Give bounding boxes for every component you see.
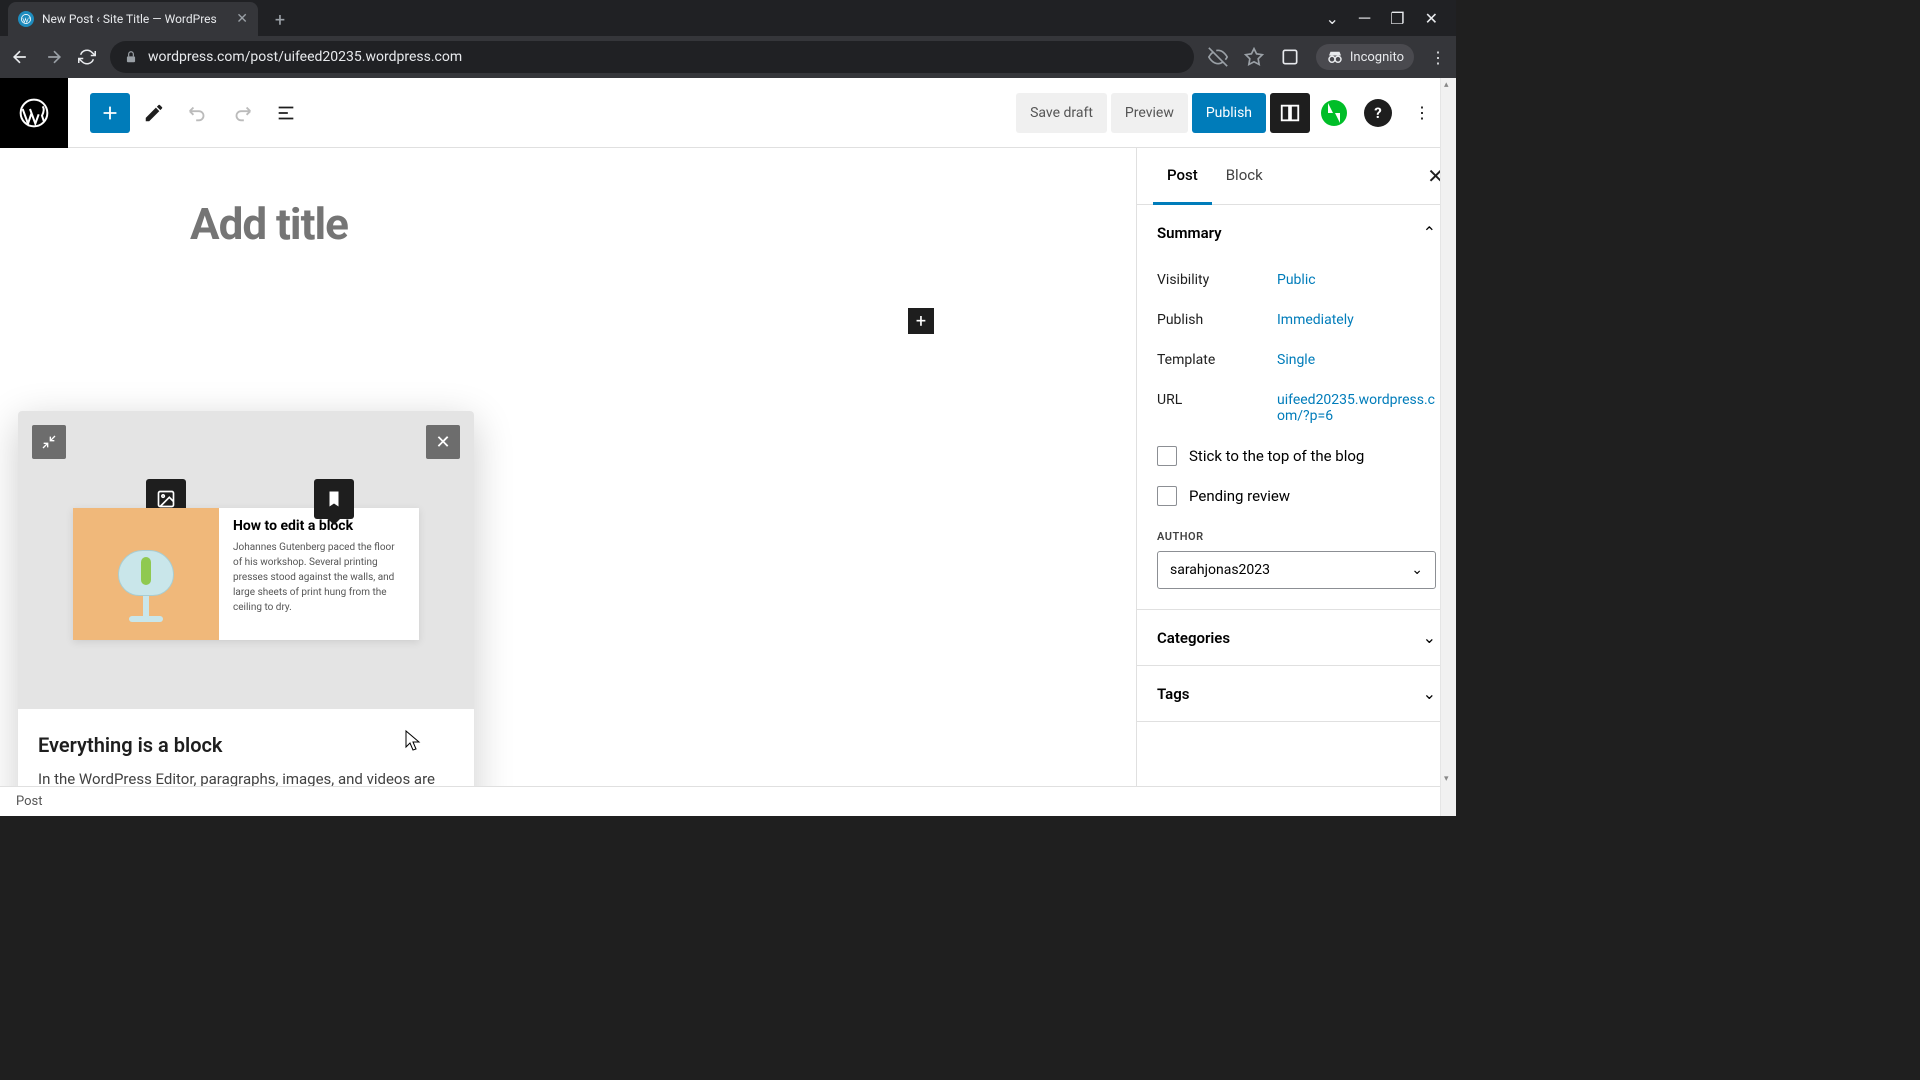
tour-heading: Everything is a block	[38, 733, 454, 757]
star-icon[interactable]	[1244, 47, 1264, 67]
incognito-icon	[1326, 48, 1344, 66]
tour-card-body: Johannes Gutenberg paced the floor of hi…	[233, 540, 405, 615]
tab-block[interactable]: Block	[1212, 148, 1277, 204]
redo-button	[222, 93, 262, 133]
tour-card-title: How to edit a block	[233, 518, 405, 534]
visibility-value[interactable]: Public	[1277, 272, 1436, 288]
preview-button[interactable]: Preview	[1111, 93, 1188, 133]
save-draft-button[interactable]: Save draft	[1016, 93, 1107, 133]
settings-toggle[interactable]	[1270, 93, 1310, 133]
wordpress-logo[interactable]	[0, 78, 68, 148]
help-button[interactable]: ?	[1358, 93, 1398, 133]
tour-preview-image	[73, 508, 219, 640]
bookmark-icon	[314, 479, 354, 519]
forward-button	[44, 47, 64, 67]
tab-post[interactable]: Post	[1153, 148, 1212, 205]
tour-description: In the WordPress Editor, paragraphs, ima…	[38, 767, 454, 786]
template-value[interactable]: Single	[1277, 352, 1436, 368]
extensions-icon[interactable]	[1280, 47, 1300, 67]
post-title-input[interactable]: Add title	[190, 198, 1136, 250]
chevron-down-icon: ⌄	[1423, 628, 1436, 647]
close-window-icon[interactable]: ✕	[1425, 9, 1438, 28]
onboarding-tour: ✕ How to edit a block Johannes Gutenberg…	[18, 411, 474, 786]
jetpack-icon[interactable]	[1314, 93, 1354, 133]
minimize-icon[interactable]: ─	[1359, 8, 1370, 28]
document-overview-icon[interactable]	[266, 93, 306, 133]
lock-icon	[124, 50, 138, 64]
author-heading: AUTHOR	[1157, 530, 1436, 543]
tab-close-icon[interactable]: ✕	[236, 11, 248, 27]
author-select[interactable]: sarahjonas2023 ⌄	[1157, 551, 1436, 589]
address-bar[interactable]: wordpress.com/post/uifeed20235.wordpress…	[110, 41, 1194, 73]
wordpress-favicon-icon	[18, 11, 34, 27]
pending-review-checkbox[interactable]	[1157, 486, 1177, 506]
chevron-down-icon: ⌄	[1423, 684, 1436, 703]
visibility-label: Visibility	[1157, 272, 1277, 288]
publish-value[interactable]: Immediately	[1277, 312, 1436, 328]
tab-title: New Post ‹ Site Title — WordPres	[42, 12, 228, 26]
url-value[interactable]: uifeed20235.wordpress.com/?p=6	[1277, 392, 1436, 424]
template-label: Template	[1157, 352, 1277, 368]
stick-label: Stick to the top of the blog	[1189, 447, 1364, 465]
new-tab-button[interactable]: +	[266, 6, 294, 34]
vertical-scrollbar[interactable]	[1440, 78, 1456, 816]
chevron-down-icon: ⌄	[1411, 562, 1423, 578]
editor-canvas[interactable]: Add title + ✕ How to edit a block	[0, 148, 1136, 786]
stick-checkbox[interactable]	[1157, 446, 1177, 466]
minimize-tour-icon[interactable]	[32, 425, 66, 459]
add-block-toggle[interactable]	[90, 93, 130, 133]
status-bar: Post	[0, 786, 1456, 816]
pending-review-label: Pending review	[1189, 487, 1290, 505]
close-tour-button[interactable]: ✕	[426, 425, 460, 459]
edit-tool-icon[interactable]	[134, 93, 174, 133]
chevron-down-icon[interactable]: ⌄	[1326, 9, 1339, 28]
eye-off-icon[interactable]	[1208, 47, 1228, 67]
tour-preview-card: How to edit a block Johannes Gutenberg p…	[73, 508, 419, 640]
summary-section-toggle[interactable]: Summary ⌃	[1137, 205, 1456, 260]
categories-section-toggle[interactable]: Categories ⌄	[1137, 610, 1456, 665]
tags-section-toggle[interactable]: Tags ⌄	[1137, 666, 1456, 721]
options-menu[interactable]: ⋮	[1402, 93, 1442, 133]
undo-button	[178, 93, 218, 133]
inline-add-block-button[interactable]: +	[908, 308, 934, 334]
publish-label: Publish	[1157, 312, 1277, 328]
back-button[interactable]	[10, 47, 30, 67]
editor-toolbar: Save draft Preview Publish ? ⋮	[0, 78, 1456, 148]
browser-tab[interactable]: New Post ‹ Site Title — WordPres ✕	[8, 2, 258, 36]
url-label: URL	[1157, 392, 1277, 424]
maximize-icon[interactable]: ❐	[1390, 9, 1404, 28]
publish-button[interactable]: Publish	[1192, 93, 1266, 133]
url-text: wordpress.com/post/uifeed20235.wordpress…	[148, 49, 462, 65]
incognito-badge[interactable]: Incognito	[1316, 44, 1414, 70]
chevron-up-icon: ⌃	[1423, 223, 1436, 242]
settings-sidebar: Post Block ✕ Summary ⌃ Visibility Public…	[1136, 148, 1456, 786]
browser-menu-icon[interactable]: ⋮	[1430, 48, 1446, 67]
breadcrumb[interactable]: Post	[16, 794, 43, 809]
reload-button[interactable]	[78, 48, 96, 66]
